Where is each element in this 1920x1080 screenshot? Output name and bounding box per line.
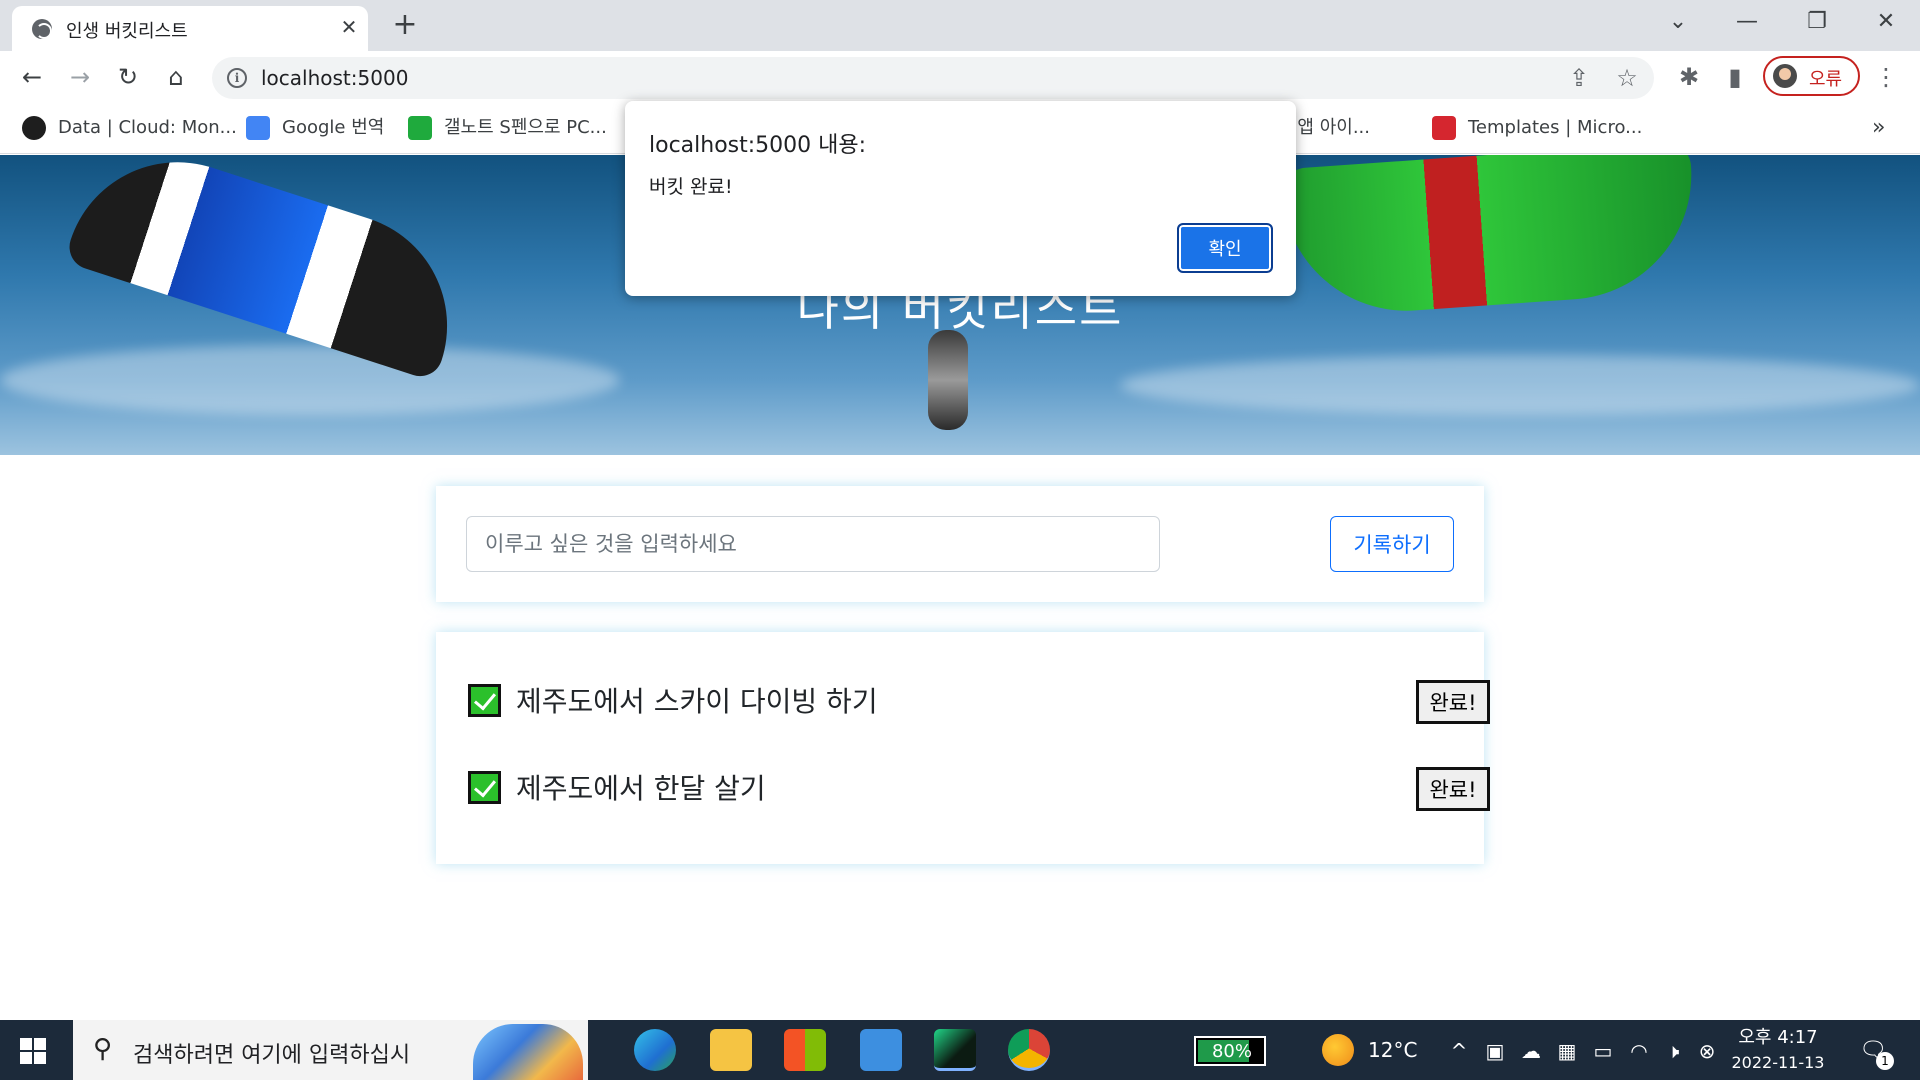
bookmark-galnote[interactable]: 갤노트 S펜으로 PC... — [408, 113, 607, 143]
edge-icon[interactable] — [634, 1029, 676, 1071]
bookmark-templates[interactable]: Templates | Micro... — [1432, 113, 1642, 143]
cloud-shape — [0, 345, 620, 415]
info-icon[interactable]: i — [227, 68, 247, 88]
microsoft-store-icon[interactable] — [784, 1029, 826, 1071]
record-button[interactable]: 기록하기 — [1330, 516, 1454, 572]
onedrive-icon[interactable]: ☁ — [1518, 1038, 1544, 1064]
bookmark-label: 갤노트 S펜으로 PC... — [444, 117, 607, 138]
extensions-icon[interactable]: ✱ — [1673, 61, 1705, 93]
bucket-list: 제주도에서 스카이 다이빙 하기 완료! 제주도에서 한달 살기 완료! — [436, 632, 1490, 864]
tab-strip: 인생 버킷리스트 ✕ + ⌄ — ❐ ✕ — [0, 0, 1920, 51]
dialog-title: localhost:5000 내용: — [649, 133, 867, 158]
battery-indicator[interactable]: 80% — [1194, 1036, 1266, 1066]
notification-badge: 1 — [1876, 1052, 1894, 1070]
file-explorer-icon[interactable] — [710, 1029, 752, 1071]
volume-icon[interactable]: 🕨 — [1660, 1038, 1686, 1064]
clock-time: 오후 4:17 — [1738, 1027, 1818, 1048]
weather-temperature[interactable]: 12°C — [1368, 1038, 1417, 1062]
bookmark-google-translate[interactable]: Google 번역 — [246, 113, 384, 143]
taskbar-clock[interactable]: 오후 4:17 2022-11-13 — [1728, 1026, 1828, 1076]
bookmark-label: Templates | Micro... — [1468, 117, 1643, 138]
restore-button[interactable]: ❐ — [1797, 6, 1837, 38]
google-translate-icon — [246, 116, 270, 140]
done-button[interactable]: 완료! — [1416, 680, 1490, 724]
reload-icon[interactable]: ↻ — [110, 59, 146, 95]
minimize-button[interactable]: — — [1727, 6, 1767, 38]
tray-chevron-icon[interactable]: ^ — [1446, 1038, 1472, 1064]
bucket-input[interactable] — [466, 516, 1160, 572]
back-icon[interactable]: ← — [14, 59, 50, 95]
weather-icon[interactable] — [1322, 1034, 1354, 1066]
globe-icon — [32, 19, 52, 39]
chrome-icon[interactable] — [1008, 1029, 1050, 1071]
wifi-icon[interactable]: ◠ — [1626, 1038, 1652, 1064]
forward-icon[interactable]: → — [62, 59, 98, 95]
tab-active[interactable]: 인생 버킷리스트 ✕ — [12, 6, 368, 51]
windows-start-icon[interactable] — [20, 1038, 46, 1064]
close-window-button[interactable]: ✕ — [1866, 6, 1906, 38]
bucket-text: 제주도에서 한달 살기 — [516, 772, 766, 805]
app-window-icon[interactable] — [860, 1029, 902, 1071]
address-bar[interactable]: i localhost:5000 ⇪ ☆ — [212, 57, 1654, 99]
alert-dialog: localhost:5000 내용: 버킷 완료! 확인 — [625, 101, 1296, 296]
side-panel-icon[interactable]: ▮ — [1719, 61, 1751, 93]
clock-date: 2022-11-13 — [1731, 1053, 1825, 1072]
templates-w-icon — [1432, 116, 1456, 140]
list-item: 제주도에서 스카이 다이빙 하기 완료! — [468, 672, 1490, 728]
bookmark-label: Google 번역 — [282, 117, 385, 138]
close-circle-icon[interactable]: ⊗ — [1694, 1038, 1720, 1064]
tab-search-chevron-icon[interactable]: ⌄ — [1658, 6, 1698, 38]
pycharm-icon[interactable] — [934, 1029, 976, 1071]
taskbar-search-box[interactable]: ⚲ 검색하려면 여기에 입력하십시 — [73, 1020, 588, 1080]
tab-title: 인생 버킷리스트 — [66, 21, 188, 42]
dialog-message: 버킷 완료! — [649, 176, 733, 198]
bookmark-mongodb[interactable]: Data | Cloud: Mon... — [22, 113, 237, 143]
avatar — [1773, 64, 1797, 88]
bookmark-star-icon[interactable]: ☆ — [1612, 63, 1642, 93]
check-icon — [468, 771, 501, 804]
browser-toolbar: ← → ↻ ⌂ i localhost:5000 ⇪ ☆ ✱ ▮ 오류 ⋮ — [0, 51, 1920, 104]
bookmarks-overflow-icon[interactable]: » — [1872, 113, 1885, 143]
cloud-shape — [1120, 355, 1920, 415]
meet-icon[interactable]: ▣ — [1482, 1038, 1508, 1064]
share-icon[interactable]: ⇪ — [1564, 63, 1594, 93]
taskbar-search-placeholder: 검색하려면 여기에 입력하십시 — [133, 1043, 411, 1068]
taskbar: ⚲ 검색하려면 여기에 입력하십시 80% 12°C ^ ▣ ☁ ▦ ▭ ◠ 🕨… — [0, 1020, 1920, 1080]
ok-button[interactable]: 확인 — [1177, 223, 1273, 273]
green-note-icon — [408, 116, 432, 140]
bucket-text: 제주도에서 스카이 다이빙 하기 — [516, 685, 878, 718]
search-icon: ⚲ — [93, 1034, 113, 1064]
tab-close-icon[interactable]: ✕ — [337, 15, 361, 39]
skydiver-image — [928, 330, 968, 430]
post-card: 기록하기 — [436, 486, 1484, 602]
done-button[interactable]: 완료! — [1416, 767, 1490, 811]
profile-button[interactable]: 오류 — [1763, 56, 1860, 96]
display-icon[interactable]: ▦ — [1554, 1038, 1580, 1064]
search-highlight-image — [473, 1024, 583, 1080]
menu-icon[interactable]: ⋮ — [1870, 61, 1902, 93]
bookmark-label: Data | Cloud: Mon... — [58, 117, 237, 138]
list-item: 제주도에서 한달 살기 완료! — [468, 759, 1490, 815]
power-icon[interactable]: ▭ — [1590, 1038, 1616, 1064]
check-icon — [468, 684, 501, 717]
battery-percent: 80% — [1211, 1041, 1252, 1062]
home-icon[interactable]: ⌂ — [158, 59, 194, 95]
new-tab-button[interactable]: + — [390, 10, 420, 40]
url-text[interactable]: localhost:5000 — [261, 66, 408, 90]
profile-error-label: 오류 — [1809, 69, 1843, 90]
mongodb-leaf-icon — [22, 116, 46, 140]
